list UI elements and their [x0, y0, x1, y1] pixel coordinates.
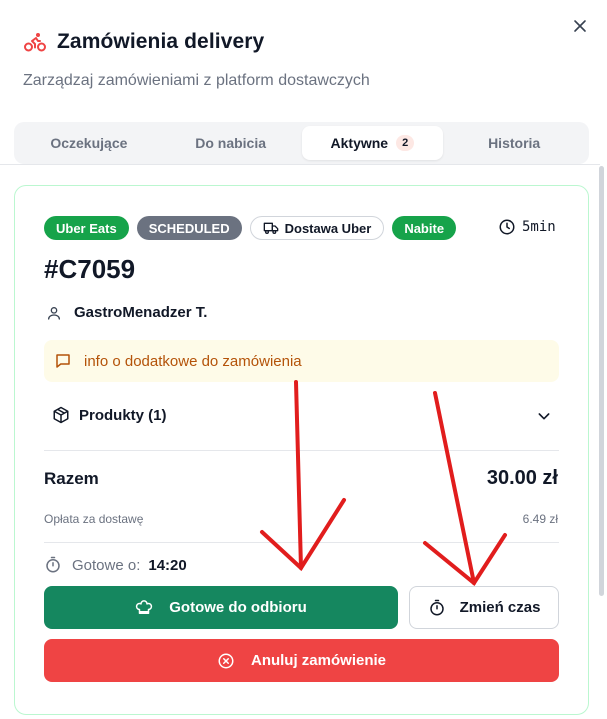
close-icon: [574, 20, 586, 32]
cancel-circle-icon: [218, 653, 234, 668]
order-note: info o dodatkowe do zamówienia: [44, 340, 559, 382]
ready-time: 14:20: [148, 556, 187, 574]
cancel-button-label: Anuluj zamówienie: [250, 652, 386, 669]
stopwatch-icon: [46, 556, 60, 573]
user-icon: [48, 306, 60, 320]
total-label: Razem: [44, 469, 99, 488]
divider: [0, 164, 600, 165]
ready-button-label: Gotowe do odbioru: [169, 599, 307, 616]
stopwatch-icon: [429, 599, 444, 615]
ready-for-pickup-button[interactable]: Gotowe do odbioru: [44, 586, 398, 629]
tab-active[interactable]: Aktywne 2: [301, 126, 444, 160]
cancel-order-button[interactable]: Anuluj zamówienie: [44, 639, 559, 682]
tab-to-register[interactable]: Do nabicia: [160, 126, 302, 160]
products-toggle[interactable]: Produkty (1): [52, 406, 552, 424]
tab-pending[interactable]: Oczekujące: [18, 126, 160, 160]
delivery-fee-value: 6.49 zł: [522, 512, 558, 526]
change-time-label: Zmień czas: [459, 599, 541, 616]
close-button[interactable]: [567, 13, 593, 39]
dialog-title: Zamówienia delivery: [57, 30, 265, 53]
tab-history[interactable]: Historia: [443, 126, 585, 160]
status-badge: Nabite: [392, 216, 457, 240]
dialog-header: Zamówienia delivery: [23, 30, 264, 54]
tab-label: Aktywne: [330, 135, 389, 151]
order-id: #C7059: [44, 254, 136, 284]
divider: [44, 542, 559, 543]
order-card: Uber Eats SCHEDULED Dostawa Uber Nabite …: [14, 185, 589, 715]
ready-label: Gotowe o:: [72, 556, 141, 574]
platform-badge: Uber Eats: [44, 216, 129, 240]
tab-count-badge: 2: [396, 135, 415, 151]
delivery-badge-label: Dostawa Uber: [284, 220, 372, 236]
package-icon: [53, 406, 69, 424]
tab-label: Historia: [488, 135, 541, 151]
tab-label: Do nabicia: [195, 135, 267, 151]
clock-icon: [499, 219, 515, 235]
order-tabs: Oczekujące Do nabicia Aktywne 2 Historia: [14, 122, 589, 164]
delivery-fee-label: Opłata za dostawę: [44, 512, 144, 526]
change-time-button[interactable]: Zmień czas: [409, 586, 559, 629]
order-badges: Uber Eats SCHEDULED Dostawa Uber Nabite: [44, 216, 457, 240]
tab-label: Oczekujące: [50, 135, 128, 151]
delivery-orders-dialog: Zamówienia delivery Zarządzaj zamówienia…: [0, 0, 607, 719]
order-note-text: info o dodatkowe do zamówienia: [84, 352, 302, 370]
scrollbar[interactable]: [599, 166, 604, 596]
schedule-badge: SCHEDULED: [136, 216, 242, 240]
chef-hat-icon: [136, 599, 153, 614]
customer-row: GastroMenadzer T.: [46, 304, 207, 321]
divider: [44, 450, 559, 451]
dialog-subtitle: Zarządzaj zamówieniami z platform dostaw…: [23, 72, 370, 89]
ready-time-row: Gotowe o: 14:20: [44, 556, 187, 574]
message-icon: [56, 354, 70, 368]
chevron-down-icon: [538, 413, 550, 420]
total-value: 30.00 zł: [486, 467, 558, 489]
products-label: Produkty (1): [79, 406, 167, 424]
truck-icon: [263, 222, 278, 234]
customer-name: GastroMenadzer T.: [74, 304, 208, 321]
bicycle-icon: [24, 33, 46, 52]
elapsed-time: 5min: [522, 219, 556, 235]
elapsed-timer: 5min: [498, 218, 556, 236]
delivery-badge: Dostawa Uber: [249, 216, 385, 240]
